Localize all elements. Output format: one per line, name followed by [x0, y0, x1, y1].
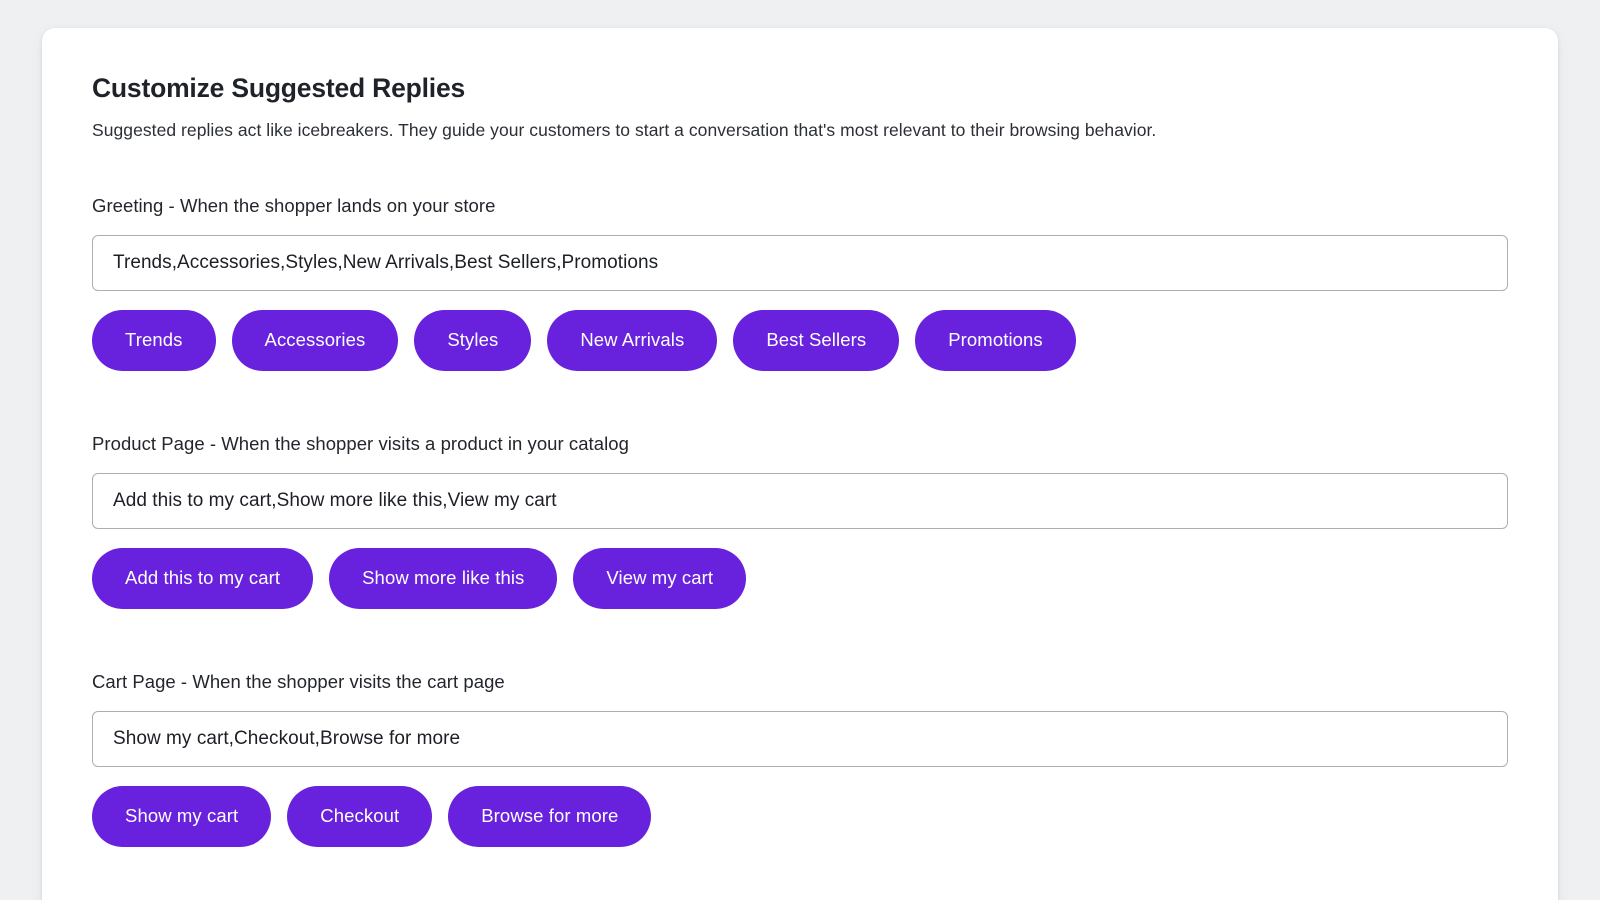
page-subtitle: Suggested replies act like icebreakers. …	[92, 120, 1157, 141]
section-label-greeting: Greeting - When the shopper lands on you…	[92, 194, 496, 216]
chip-accessories[interactable]: Accessories	[231, 310, 399, 371]
chip-view-my-cart[interactable]: View my cart	[573, 548, 747, 610]
chip-show-more-like-this[interactable]: Show more like this	[329, 548, 558, 610]
greeting-replies-input[interactable]	[92, 235, 1508, 291]
section-label-product-page: Product Page - When the shopper visits a…	[92, 433, 629, 454]
cart-page-chip-row: Show my cart Checkout Browse for more	[92, 786, 1508, 861]
chip-promotions[interactable]: Promotions	[915, 310, 1076, 371]
app-root: Customize Suggested Replies Suggested re…	[0, 0, 1600, 900]
section-greeting: Greeting - When the shopper lands on you…	[92, 194, 1508, 385]
section-product-page: Product Page - When the shopper visits a…	[92, 432, 1508, 623]
chip-best-sellers[interactable]: Best Sellers	[733, 310, 900, 371]
greeting-chip-row: Trends Accessories Styles New Arrivals B…	[92, 310, 1508, 385]
chip-browse-for-more[interactable]: Browse for more	[448, 786, 652, 848]
suggested-replies-card: Customize Suggested Replies Suggested re…	[42, 28, 1558, 900]
chip-add-this-to-my-cart[interactable]: Add this to my cart	[92, 548, 314, 610]
chip-styles[interactable]: Styles	[414, 310, 532, 371]
section-cart-page: Cart Page - When the shopper visits the …	[92, 670, 1508, 861]
page-title: Customize Suggested Replies	[92, 73, 466, 103]
section-label-cart-page: Cart Page - When the shopper visits the …	[92, 671, 505, 693]
cart-page-replies-input[interactable]	[92, 711, 1508, 768]
chip-checkout[interactable]: Checkout	[287, 786, 433, 848]
product-page-chip-row: Add this to my cart Show more like this …	[92, 548, 1508, 623]
chip-new-arrivals[interactable]: New Arrivals	[547, 310, 718, 371]
product-page-replies-input[interactable]	[92, 473, 1508, 530]
chip-trends[interactable]: Trends	[92, 310, 216, 371]
chip-show-my-cart[interactable]: Show my cart	[92, 786, 272, 848]
